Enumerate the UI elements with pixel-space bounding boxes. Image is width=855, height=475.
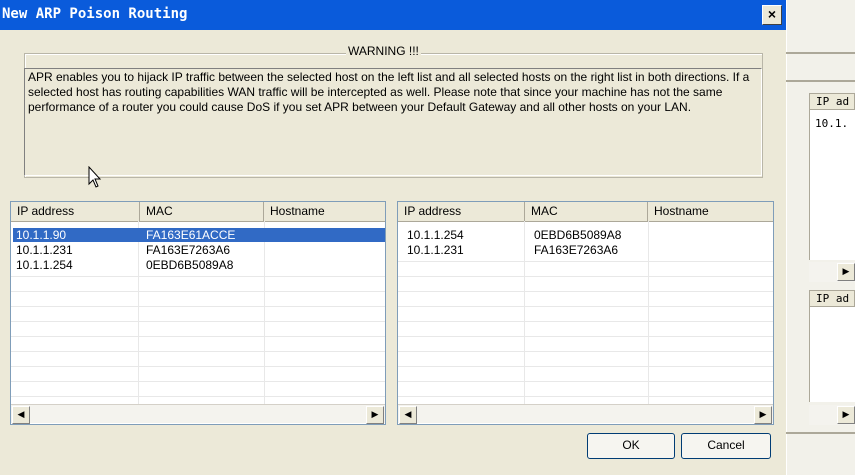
right-column-ip-header[interactable]: IP address — [398, 202, 525, 221]
row-mac: FA163E7263A6 — [534, 243, 619, 257]
right-column-hostname-header[interactable]: Hostname — [648, 202, 773, 221]
left-list-row[interactable]: 10.1.1.231 FA163E7263A6 — [13, 243, 385, 257]
right-host-list[interactable]: IP address MAC Hostname 10.1.1.254 0EBD6… — [397, 201, 774, 425]
background-scrollbar[interactable]: ▶ — [809, 262, 855, 282]
left-column-mac-header[interactable]: MAC — [140, 202, 264, 221]
warning-title: WARNING !!! — [346, 44, 421, 58]
left-list-header: IP address MAC Hostname — [11, 202, 385, 222]
right-list-row[interactable]: 10.1.1.254 0EBD6B5089A8 — [400, 228, 773, 242]
warning-text: APR enables you to hijack IP traffic bet… — [28, 70, 750, 114]
background-scrollbar-2[interactable]: ▶ — [809, 405, 855, 425]
dialog-title: New ARP Poison Routing — [2, 6, 188, 22]
mouse-cursor-icon — [88, 166, 102, 188]
background-cell-ip: 10.1. — [815, 117, 849, 130]
ok-button[interactable]: OK — [587, 433, 675, 459]
row-mac: 0EBD6B5089A8 — [534, 228, 622, 242]
scroll-right-icon[interactable]: ▶ — [366, 406, 384, 424]
row-mac: 0EBD6B5089A8 — [146, 258, 234, 272]
left-column-ip-header[interactable]: IP address — [11, 202, 140, 221]
left-list-hscrollbar[interactable]: ◀ ▶ — [11, 404, 385, 424]
background-divider — [786, 52, 855, 54]
row-ip: 10.1.1.231 — [16, 243, 73, 257]
row-mac: FA163E61ACCE — [146, 228, 236, 242]
background-column-header-ip[interactable]: IP ad — [809, 93, 855, 110]
scroll-left-icon[interactable]: ◀ — [12, 406, 30, 424]
row-ip: 10.1.1.254 — [16, 258, 73, 272]
right-list-row[interactable]: 10.1.1.231 FA163E7263A6 — [400, 243, 773, 257]
right-column-mac-header[interactable]: MAC — [525, 202, 648, 221]
row-ip: 10.1.1.90 — [16, 228, 67, 242]
background-column-header-ip-2[interactable]: IP ad — [809, 290, 855, 307]
background-list-bottom — [809, 307, 855, 402]
row-ip: 10.1.1.231 — [407, 243, 464, 257]
scroll-right-icon[interactable]: ▶ — [754, 406, 772, 424]
scroll-right-icon[interactable]: ▶ — [837, 263, 855, 281]
background-divider — [786, 80, 855, 82]
background-divider — [786, 432, 855, 434]
left-list-row[interactable]: 10.1.1.90 FA163E61ACCE — [13, 228, 385, 242]
scroll-right-icon[interactable]: ▶ — [837, 406, 855, 424]
scroll-left-icon[interactable]: ◀ — [399, 406, 417, 424]
close-button[interactable]: × — [762, 5, 782, 25]
right-list-header: IP address MAC Hostname — [398, 202, 773, 222]
row-mac: FA163E7263A6 — [146, 243, 231, 257]
left-column-hostname-header[interactable]: Hostname — [264, 202, 385, 221]
right-list-hscrollbar[interactable]: ◀ ▶ — [398, 404, 773, 424]
close-icon[interactable]: × — [768, 6, 776, 22]
left-host-list[interactable]: IP address MAC Hostname 10.1.1.90 FA163E… — [10, 201, 386, 425]
cancel-button[interactable]: Cancel — [681, 433, 771, 459]
left-list-row[interactable]: 10.1.1.254 0EBD6B5089A8 — [13, 258, 385, 272]
row-ip: 10.1.1.254 — [407, 228, 464, 242]
background-list-top — [809, 110, 855, 260]
